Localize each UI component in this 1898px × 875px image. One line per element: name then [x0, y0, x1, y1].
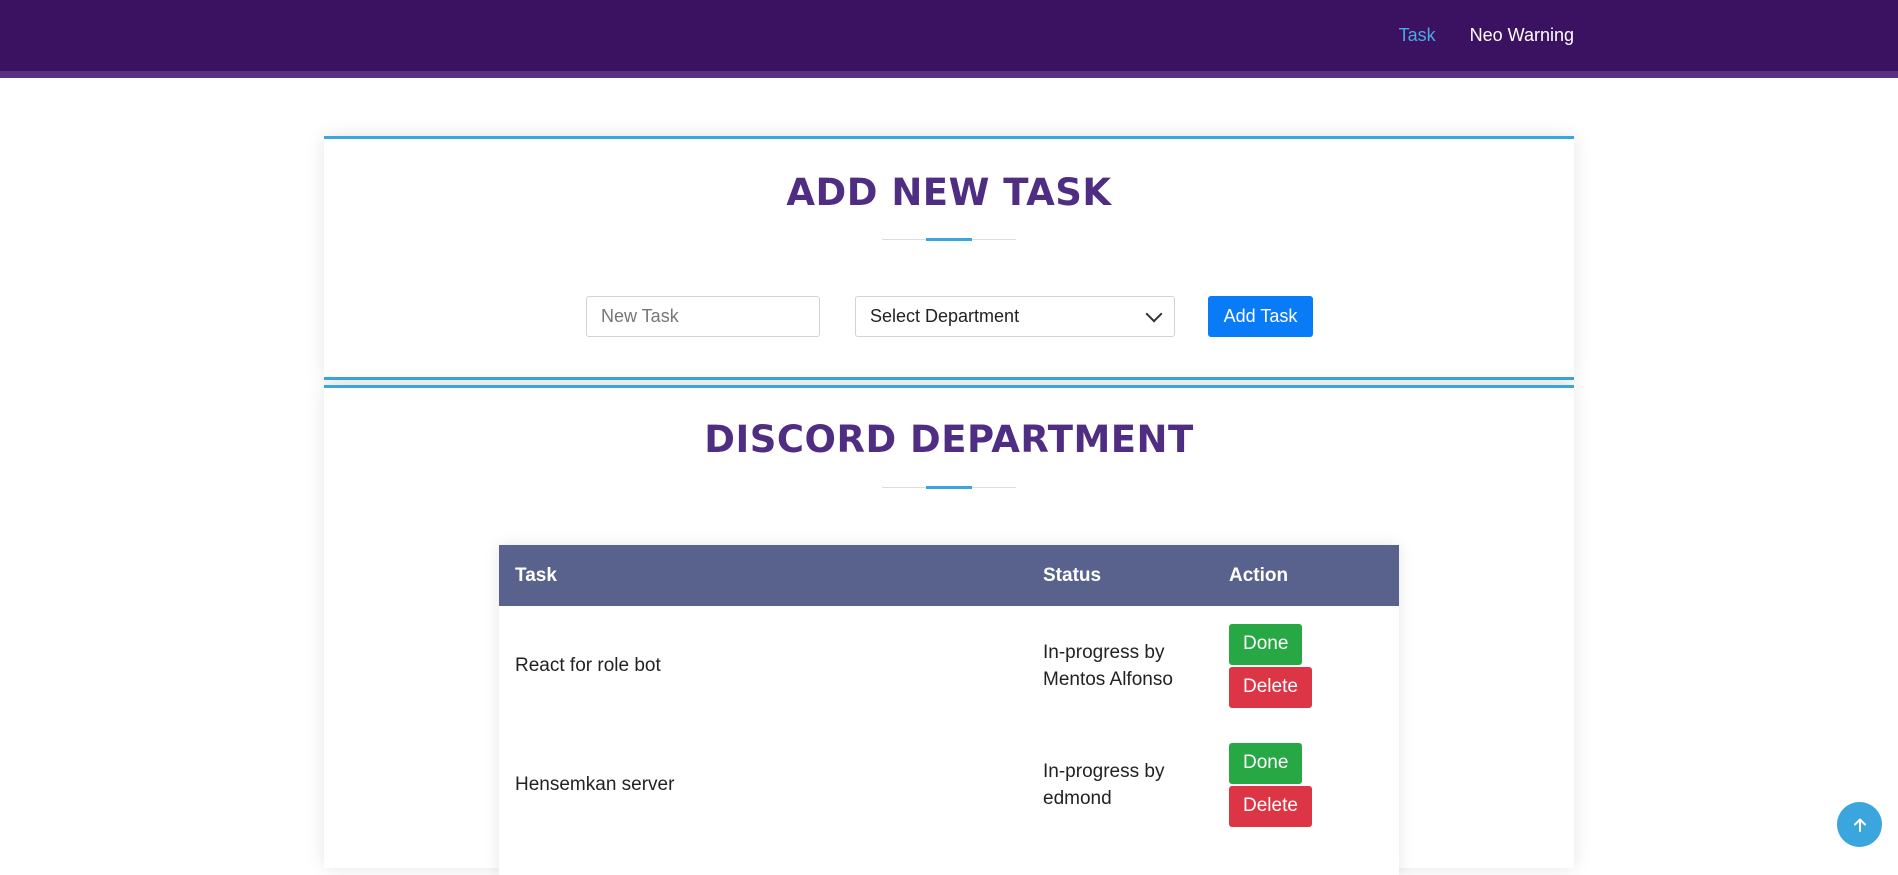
new-task-input[interactable] — [586, 296, 820, 337]
main-nav: Task Neo Warning — [1399, 25, 1574, 46]
task-status: In-progress by Mentos Alfonso — [1027, 606, 1213, 725]
task-actions: Done Delete — [1213, 725, 1399, 844]
task-name: React for role bot — [515, 654, 661, 676]
column-header-action: Action — [1229, 564, 1289, 586]
status-line: In-progress by — [1043, 760, 1165, 782]
done-button[interactable]: Done — [1229, 623, 1303, 665]
title-divider — [882, 486, 1016, 489]
department-card: DISCORD DEPARTMENT Task Status Action Re… — [324, 385, 1574, 875]
done-button[interactable]: Done — [1229, 742, 1303, 784]
add-task-title: ADD NEW TASK — [786, 171, 1112, 214]
status-assignee: edmond — [1043, 787, 1112, 809]
status-line: In-progress by — [1043, 641, 1165, 663]
task-name: Hensemkan server — [515, 773, 675, 795]
chevron-down-icon — [1145, 305, 1163, 322]
delete-button[interactable]: Delete — [1229, 666, 1312, 708]
table-header-row: Task Status Action — [499, 545, 1399, 606]
task-status: In-progress by edmond — [1027, 725, 1213, 844]
status-assignee: Mentos Alfonso — [1043, 668, 1173, 690]
delete-button[interactable]: Delete — [1229, 785, 1312, 827]
add-task-card: ADD NEW TASK Select Department Add Task — [324, 136, 1574, 380]
column-header-task: Task — [515, 564, 557, 586]
column-header-status: Status — [1043, 564, 1102, 586]
department-select-value: Select Department — [870, 306, 1020, 326]
arrow-up-icon — [1853, 818, 1866, 832]
task-table: Task Status Action React for role bot In… — [499, 545, 1399, 875]
table-row: Hensemkan server In-progress by edmond D… — [499, 725, 1399, 844]
task-actions: Done Delete — [1213, 606, 1399, 725]
table-row: React for role bot In-progress by Mentos… — [499, 606, 1399, 725]
department-select[interactable]: Select Department — [855, 296, 1175, 337]
title-divider — [882, 238, 1016, 241]
scroll-to-top-button[interactable] — [1837, 802, 1882, 847]
top-navbar: Task Neo Warning — [0, 0, 1898, 78]
nav-link-neo-warning[interactable]: Neo Warning — [1470, 25, 1574, 46]
department-title: DISCORD DEPARTMENT — [704, 418, 1194, 461]
nav-link-task[interactable]: Task — [1399, 25, 1436, 46]
add-task-button[interactable]: Add Task — [1208, 296, 1313, 337]
